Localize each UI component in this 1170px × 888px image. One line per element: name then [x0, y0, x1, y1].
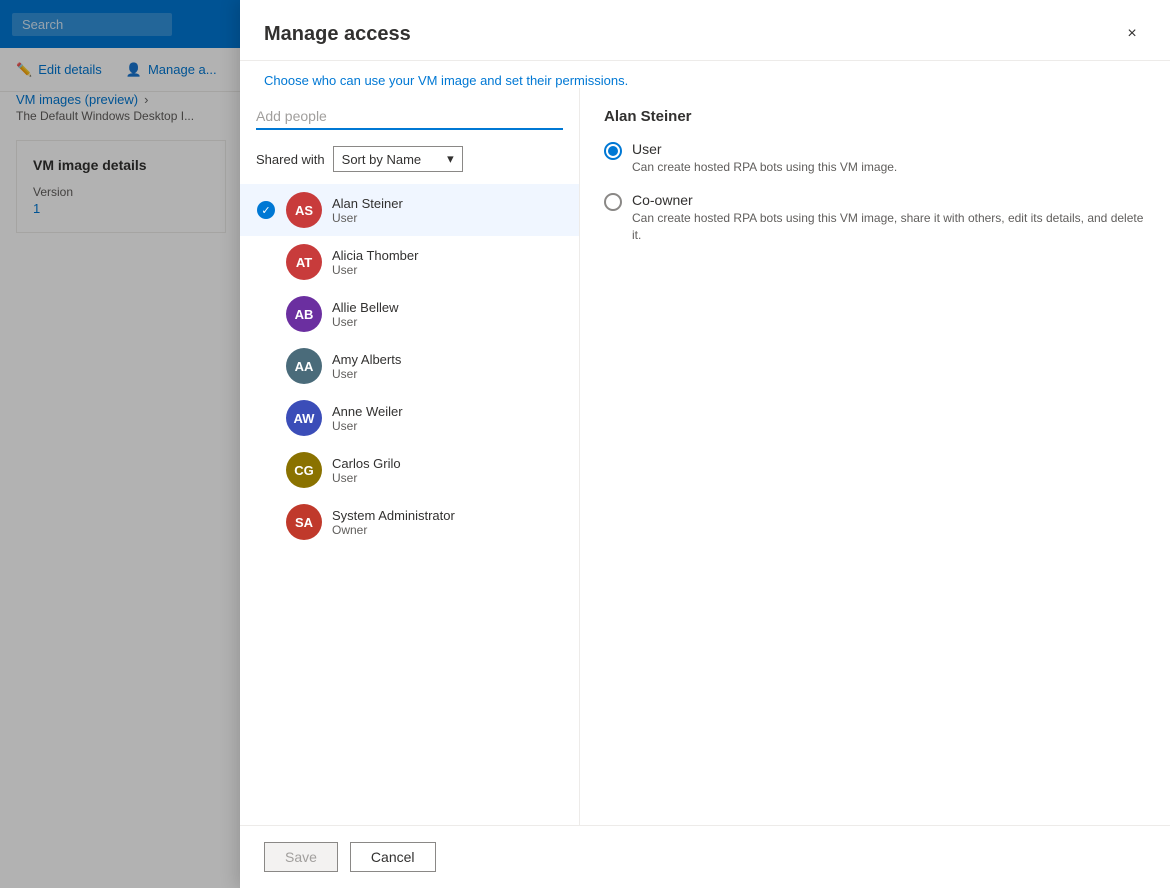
person-name: Anne Weiler — [332, 404, 529, 419]
person-info: Anne WeilerUser — [332, 404, 529, 433]
selected-person-name: Alan Steiner — [604, 108, 1146, 125]
permission-label: Co-owner — [632, 192, 1146, 208]
checkmark-icon — [257, 201, 275, 219]
sort-dropdown[interactable]: Sort by Name ▾ — [333, 146, 463, 172]
person-role: User — [332, 471, 529, 485]
person-name: System Administrator — [332, 508, 563, 523]
person-name: Allie Bellew — [332, 300, 529, 315]
person-name: Amy Alberts — [332, 352, 529, 367]
permission-desc: Can create hosted RPA bots using this VM… — [632, 210, 1146, 244]
avatar: SA — [286, 504, 322, 540]
modal-subtitle: Choose who can use your VM image and set… — [240, 61, 1170, 88]
shared-with-label: Shared with — [256, 152, 325, 167]
person-role: User — [332, 315, 529, 329]
add-people-input[interactable] — [256, 104, 563, 130]
avatar: AS — [286, 192, 322, 228]
manage-access-modal: Manage access × Choose who can use your … — [240, 0, 1170, 888]
person-item[interactable]: SA System AdministratorOwner — [240, 496, 579, 548]
cancel-button[interactable]: Cancel — [350, 842, 436, 872]
modal-right-section: Alan Steiner User Can create hosted RPA b… — [580, 88, 1170, 825]
avatar: AB — [286, 296, 322, 332]
modal-left-section: Shared with Sort by Name ▾ AS Alan Steine… — [240, 88, 580, 825]
people-list: ASAlan SteinerUser✕ATAlicia ThomberUser✕… — [240, 184, 579, 809]
modal-footer: Save Cancel — [240, 825, 1170, 888]
person-info: System AdministratorOwner — [332, 508, 563, 537]
modal-body: Shared with Sort by Name ▾ AS Alan Steine… — [240, 88, 1170, 825]
permission-option-user[interactable]: User Can create hosted RPA bots using thi… — [604, 141, 1146, 176]
radio-coowner[interactable] — [604, 193, 622, 211]
shared-with-row: Shared with Sort by Name ▾ — [240, 146, 579, 184]
person-role: User — [332, 211, 529, 225]
permission-label: User — [632, 141, 897, 157]
permissions-container: User Can create hosted RPA bots using thi… — [604, 141, 1146, 243]
chevron-down-icon: ▾ — [447, 151, 454, 167]
permission-option-coowner[interactable]: Co-owner Can create hosted RPA bots using… — [604, 192, 1146, 244]
person-item[interactable]: ATAlicia ThomberUser✕ — [240, 236, 579, 288]
person-role: Owner — [332, 523, 563, 537]
modal-header: Manage access × — [240, 0, 1170, 61]
permission-desc: Can create hosted RPA bots using this VM… — [632, 159, 897, 176]
avatar: AT — [286, 244, 322, 280]
person-item[interactable]: ABAllie BellewUser✕ — [240, 288, 579, 340]
close-button[interactable]: × — [1118, 20, 1146, 48]
person-info: Amy AlbertsUser — [332, 352, 529, 381]
person-item[interactable]: ASAlan SteinerUser✕ — [240, 184, 579, 236]
person-info: Carlos GriloUser — [332, 456, 529, 485]
radio-user[interactable] — [604, 142, 622, 160]
person-item[interactable]: AAAmy AlbertsUser✕ — [240, 340, 579, 392]
person-info: Allie BellewUser — [332, 300, 529, 329]
person-item[interactable]: CGCarlos GriloUser✕ — [240, 444, 579, 496]
avatar: CG — [286, 452, 322, 488]
save-button[interactable]: Save — [264, 842, 338, 872]
avatar: AA — [286, 348, 322, 384]
person-role: User — [332, 263, 529, 277]
avatar: AW — [286, 400, 322, 436]
person-info: Alan SteinerUser — [332, 196, 529, 225]
sort-label: Sort by Name — [342, 152, 421, 167]
person-name: Alan Steiner — [332, 196, 529, 211]
person-check — [256, 201, 276, 219]
modal-title: Manage access — [264, 23, 411, 46]
person-name: Carlos Grilo — [332, 456, 529, 471]
person-info: Alicia ThomberUser — [332, 248, 529, 277]
person-role: User — [332, 419, 529, 433]
person-name: Alicia Thomber — [332, 248, 529, 263]
person-role: User — [332, 367, 529, 381]
person-item[interactable]: AWAnne WeilerUser✕ — [240, 392, 579, 444]
